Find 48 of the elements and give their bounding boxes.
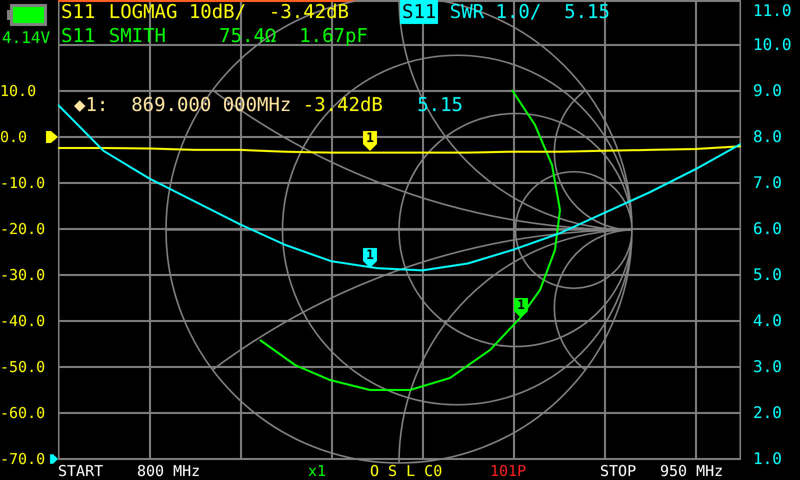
y-axis-label: -40.0: [0, 311, 46, 332]
y-axis-label: 5.0: [753, 264, 782, 286]
y-axis-label: -70.0: [0, 449, 46, 470]
reference-pointer-icon: [46, 131, 58, 143]
trace-reading: 75.4Ω: [219, 24, 276, 48]
y-axis-label: 10.0: [753, 34, 792, 56]
start-label: START: [58, 462, 104, 480]
y-axis-label: 3.0: [753, 356, 782, 378]
trace-format: SMITH: [108, 24, 166, 48]
sweep-points: 101P: [490, 462, 526, 480]
start-frequency: 800 MHz: [137, 462, 200, 480]
stop-label: STOP: [600, 462, 636, 480]
marker-reading: 5.15: [417, 94, 463, 116]
marker-frequency: 869.000 000MHz: [131, 94, 292, 116]
trace-channel[interactable]: S11: [400, 0, 438, 24]
y-axis-label: 11.0: [753, 0, 792, 22]
trace-channel[interactable]: S11: [59, 0, 98, 24]
y-axis-label: 4.0: [753, 310, 782, 332]
trace-format: LOGMAG 10dB/: [108, 0, 246, 24]
trace-reading: 1.67pF: [299, 24, 368, 48]
battery-icon: [7, 4, 47, 26]
battery-voltage: 4.14V: [2, 28, 50, 47]
marker-flag: 1: [363, 248, 377, 268]
trace-reading: -3.42dB: [268, 0, 349, 24]
y-axis-label: 7.0: [753, 172, 782, 194]
y-axis-label: 9.0: [753, 80, 782, 102]
y-axis-label: -30.0: [0, 265, 46, 286]
marker-reading: -3.42dB: [302, 94, 383, 116]
y-axis-label: 10.0: [0, 81, 36, 102]
marker-label: ◆1:: [74, 94, 108, 116]
marker-flag: 1: [514, 298, 528, 318]
y-axis-label: -50.0: [0, 357, 46, 378]
y-axis-label: 1.0: [753, 448, 782, 470]
trace-channel[interactable]: S11: [59, 24, 98, 48]
y-axis-label: 8.0: [753, 126, 782, 148]
y-axis-label: -20.0: [0, 219, 46, 240]
marker-flag: 1: [363, 131, 377, 151]
reference-pointer-icon: [50, 453, 58, 465]
stop-frequency: 950 MHz: [660, 462, 724, 480]
y-axis-label: 2.0: [753, 402, 782, 424]
zoom-factor: x1: [308, 462, 326, 480]
trace-reading: 5.15: [564, 0, 610, 24]
calibration-status: O S L C0: [370, 462, 442, 480]
y-axis-label: 6.0: [753, 218, 782, 240]
y-axis-label: -10.0: [0, 173, 46, 194]
y-axis-label: -60.0: [0, 403, 46, 424]
y-axis-label: 0.0: [0, 127, 28, 148]
trace-format: SWR 1.0/: [450, 0, 542, 24]
